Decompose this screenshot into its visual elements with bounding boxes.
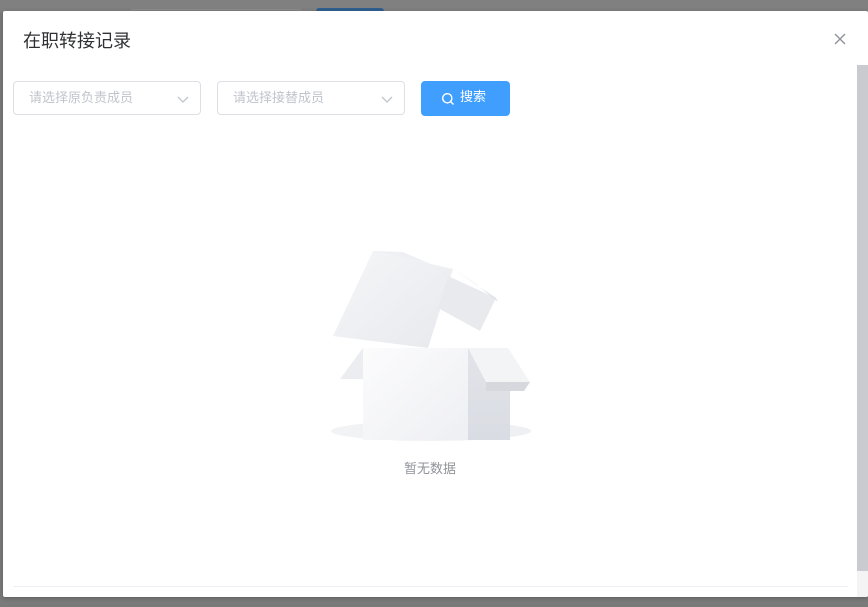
search-icon (442, 93, 454, 105)
original-owner-placeholder: 请选择原负责成员 (29, 91, 134, 106)
chevron-down-icon (381, 96, 393, 103)
successor-placeholder: 请选择接替成员 (233, 91, 325, 106)
close-button[interactable] (830, 29, 850, 49)
scrollbar-thumb[interactable] (857, 65, 868, 571)
search-button-label: 搜索 (460, 90, 487, 105)
chevron-down-icon (177, 96, 189, 103)
successor-select[interactable]: 请选择接替成员 (217, 81, 405, 115)
original-owner-select[interactable]: 请选择原负责成员 (13, 81, 201, 115)
dialog-title: 在职转接记录 (23, 31, 131, 52)
search-button[interactable]: 搜索 (421, 81, 510, 116)
empty-state-text: 暂无数据 (403, 462, 456, 477)
close-icon (834, 33, 846, 45)
handover-records-dialog: 在职转接记录 请选择原负责成员 请选择接替成员 搜索 暂无数据 (3, 11, 868, 597)
dialog-footer-divider (13, 586, 848, 587)
empty-box-icon (331, 251, 531, 441)
